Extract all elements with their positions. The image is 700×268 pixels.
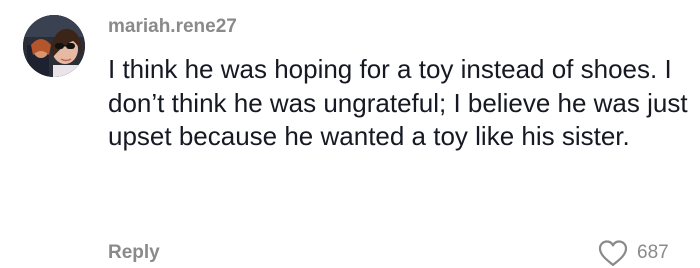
heart-outline-icon[interactable]	[597, 239, 629, 267]
comment-item: mariah.rene27 I think he was hoping for …	[0, 0, 700, 267]
like-group: 687	[597, 238, 669, 268]
like-count: 687	[637, 242, 669, 263]
user-avatar[interactable]	[23, 15, 85, 77]
reply-button[interactable]: Reply	[108, 240, 160, 266]
comment-username[interactable]: mariah.rene27	[108, 14, 237, 40]
comment-text: I think he was hoping for a toy instead …	[108, 54, 688, 151]
avatar-photo-image	[23, 15, 85, 77]
